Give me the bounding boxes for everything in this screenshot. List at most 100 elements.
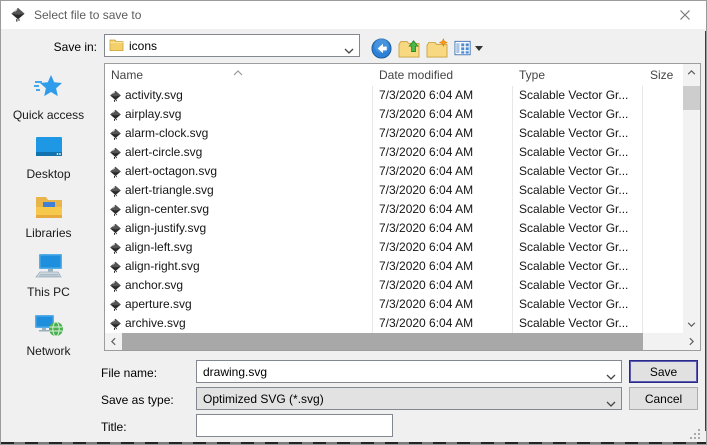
- close-button[interactable]: [666, 1, 704, 29]
- vertical-scrollbar[interactable]: [683, 64, 700, 333]
- sidebar-item-quick-access[interactable]: Quick access: [1, 72, 96, 122]
- resize-grip[interactable]: [690, 429, 701, 443]
- cancel-button[interactable]: Cancel: [629, 387, 698, 410]
- folder-icon: [109, 38, 124, 54]
- file-name: aperture.svg: [125, 295, 192, 314]
- file-date-modified: 7/3/2020 6:04 AM: [379, 86, 473, 105]
- file-type: Scalable Vector Gr...: [519, 238, 628, 257]
- sidebar-label: Network: [1, 344, 96, 358]
- file-row[interactable]: alert-octagon.svg 7/3/2020 6:04 AM Scala…: [105, 162, 683, 181]
- sidebar-label: Desktop: [1, 167, 96, 181]
- file-row[interactable]: activity.svg 7/3/2020 6:04 AM Scalable V…: [105, 86, 683, 105]
- window-title: Select file to save to: [34, 8, 141, 22]
- file-type: Scalable Vector Gr...: [519, 314, 628, 333]
- file-type: Scalable Vector Gr...: [519, 200, 628, 219]
- file-type: Scalable Vector Gr...: [519, 105, 628, 124]
- current-folder-label: icons: [129, 39, 157, 53]
- sort-ascending-icon: [233, 65, 243, 79]
- horizontal-scroll-thumb[interactable]: [122, 333, 643, 350]
- inkscape-app-icon: [10, 7, 26, 23]
- libraries-icon: [1, 192, 96, 225]
- save-as-type-value: Optimized SVG (*.svg): [203, 392, 324, 406]
- file-date-modified: 7/3/2020 6:04 AM: [379, 143, 473, 162]
- file-type: Scalable Vector Gr...: [519, 181, 628, 200]
- save-button[interactable]: Save: [629, 360, 698, 383]
- column-header-type[interactable]: Type: [519, 68, 545, 82]
- inkscape-file-icon: [109, 165, 122, 178]
- vertical-scroll-thumb[interactable]: [683, 86, 700, 110]
- quick-access-icon: [1, 72, 96, 107]
- file-row[interactable]: airplay.svg 7/3/2020 6:04 AM Scalable Ve…: [105, 105, 683, 124]
- file-date-modified: 7/3/2020 6:04 AM: [379, 238, 473, 257]
- scroll-up-arrow[interactable]: [683, 64, 700, 81]
- inkscape-file-icon: [109, 317, 122, 330]
- file-row[interactable]: align-center.svg 7/3/2020 6:04 AM Scalab…: [105, 200, 683, 219]
- inkscape-file-icon: [109, 146, 122, 159]
- up-one-level-button[interactable]: [397, 37, 421, 59]
- file-name: align-right.svg: [125, 257, 200, 276]
- sidebar-item-this-pc[interactable]: This PC: [1, 251, 96, 299]
- file-type: Scalable Vector Gr...: [519, 124, 628, 143]
- file-date-modified: 7/3/2020 6:04 AM: [379, 219, 473, 238]
- file-type: Scalable Vector Gr...: [519, 276, 628, 295]
- file-row[interactable]: anchor.svg 7/3/2020 6:04 AM Scalable Vec…: [105, 276, 683, 295]
- sidebar-label: Quick access: [1, 108, 96, 122]
- file-type: Scalable Vector Gr...: [519, 257, 628, 276]
- scroll-left-arrow[interactable]: [105, 333, 122, 350]
- inkscape-file-icon: [109, 108, 122, 121]
- file-name: align-center.svg: [125, 200, 209, 219]
- file-name: alarm-clock.svg: [125, 124, 208, 143]
- file-date-modified: 7/3/2020 6:04 AM: [379, 162, 473, 181]
- inkscape-file-icon: [109, 184, 122, 197]
- inkscape-file-icon: [109, 298, 122, 311]
- file-row[interactable]: aperture.svg 7/3/2020 6:04 AM Scalable V…: [105, 295, 683, 314]
- save-as-type-combobox[interactable]: Optimized SVG (*.svg): [196, 387, 622, 410]
- new-folder-button[interactable]: [425, 37, 449, 59]
- save-file-dialog: Select file to save to Save in: icons: [0, 0, 707, 445]
- inkscape-file-icon: [109, 203, 122, 216]
- horizontal-scrollbar[interactable]: [105, 333, 700, 350]
- file-name-value: drawing.svg: [203, 365, 267, 379]
- file-row[interactable]: archive.svg 7/3/2020 6:04 AM Scalable Ve…: [105, 314, 683, 333]
- inkscape-file-icon: [109, 260, 122, 273]
- inkscape-file-icon: [109, 279, 122, 292]
- scroll-down-arrow[interactable]: [683, 316, 700, 333]
- column-header-date-modified[interactable]: Date modified: [379, 68, 453, 82]
- back-icon: [371, 38, 392, 59]
- sidebar-item-network[interactable]: Network: [1, 310, 96, 358]
- scroll-right-arrow[interactable]: [683, 333, 700, 350]
- close-icon: [679, 9, 691, 21]
- column-header-size[interactable]: Size: [650, 68, 673, 82]
- file-type: Scalable Vector Gr...: [519, 162, 628, 181]
- file-row[interactable]: align-justify.svg 7/3/2020 6:04 AM Scala…: [105, 219, 683, 238]
- file-row[interactable]: align-left.svg 7/3/2020 6:04 AM Scalable…: [105, 238, 683, 257]
- file-name: alert-octagon.svg: [125, 162, 217, 181]
- network-icon: [1, 310, 96, 343]
- title-input[interactable]: [196, 414, 393, 437]
- desktop-icon: [1, 133, 96, 166]
- inkscape-file-icon: [109, 241, 122, 254]
- file-row[interactable]: alert-triangle.svg 7/3/2020 6:04 AM Scal…: [105, 181, 683, 200]
- back-button[interactable]: [369, 37, 393, 59]
- file-name-combobox[interactable]: drawing.svg: [196, 360, 622, 383]
- inkscape-file-icon: [109, 222, 122, 235]
- file-row[interactable]: align-right.svg 7/3/2020 6:04 AM Scalabl…: [105, 257, 683, 276]
- file-date-modified: 7/3/2020 6:04 AM: [379, 295, 473, 314]
- save-in-combobox[interactable]: icons: [104, 34, 360, 57]
- file-date-modified: 7/3/2020 6:04 AM: [379, 105, 473, 124]
- inkscape-file-icon: [109, 89, 122, 102]
- file-name: alert-triangle.svg: [125, 181, 214, 200]
- view-menu-button[interactable]: [451, 37, 485, 59]
- folder-up-icon: [398, 38, 420, 58]
- save-as-type-label: Save as type:: [101, 393, 174, 407]
- file-row[interactable]: alert-circle.svg 7/3/2020 6:04 AM Scalab…: [105, 143, 683, 162]
- column-header-name[interactable]: Name: [111, 68, 143, 82]
- file-name: activity.svg: [125, 86, 183, 105]
- file-date-modified: 7/3/2020 6:04 AM: [379, 257, 473, 276]
- sidebar-item-libraries[interactable]: Libraries: [1, 192, 96, 240]
- sidebar-item-desktop[interactable]: Desktop: [1, 133, 96, 181]
- file-name: align-justify.svg: [125, 219, 206, 238]
- file-date-modified: 7/3/2020 6:04 AM: [379, 314, 473, 333]
- title-label: Title:: [101, 420, 127, 434]
- file-row[interactable]: alarm-clock.svg 7/3/2020 6:04 AM Scalabl…: [105, 124, 683, 143]
